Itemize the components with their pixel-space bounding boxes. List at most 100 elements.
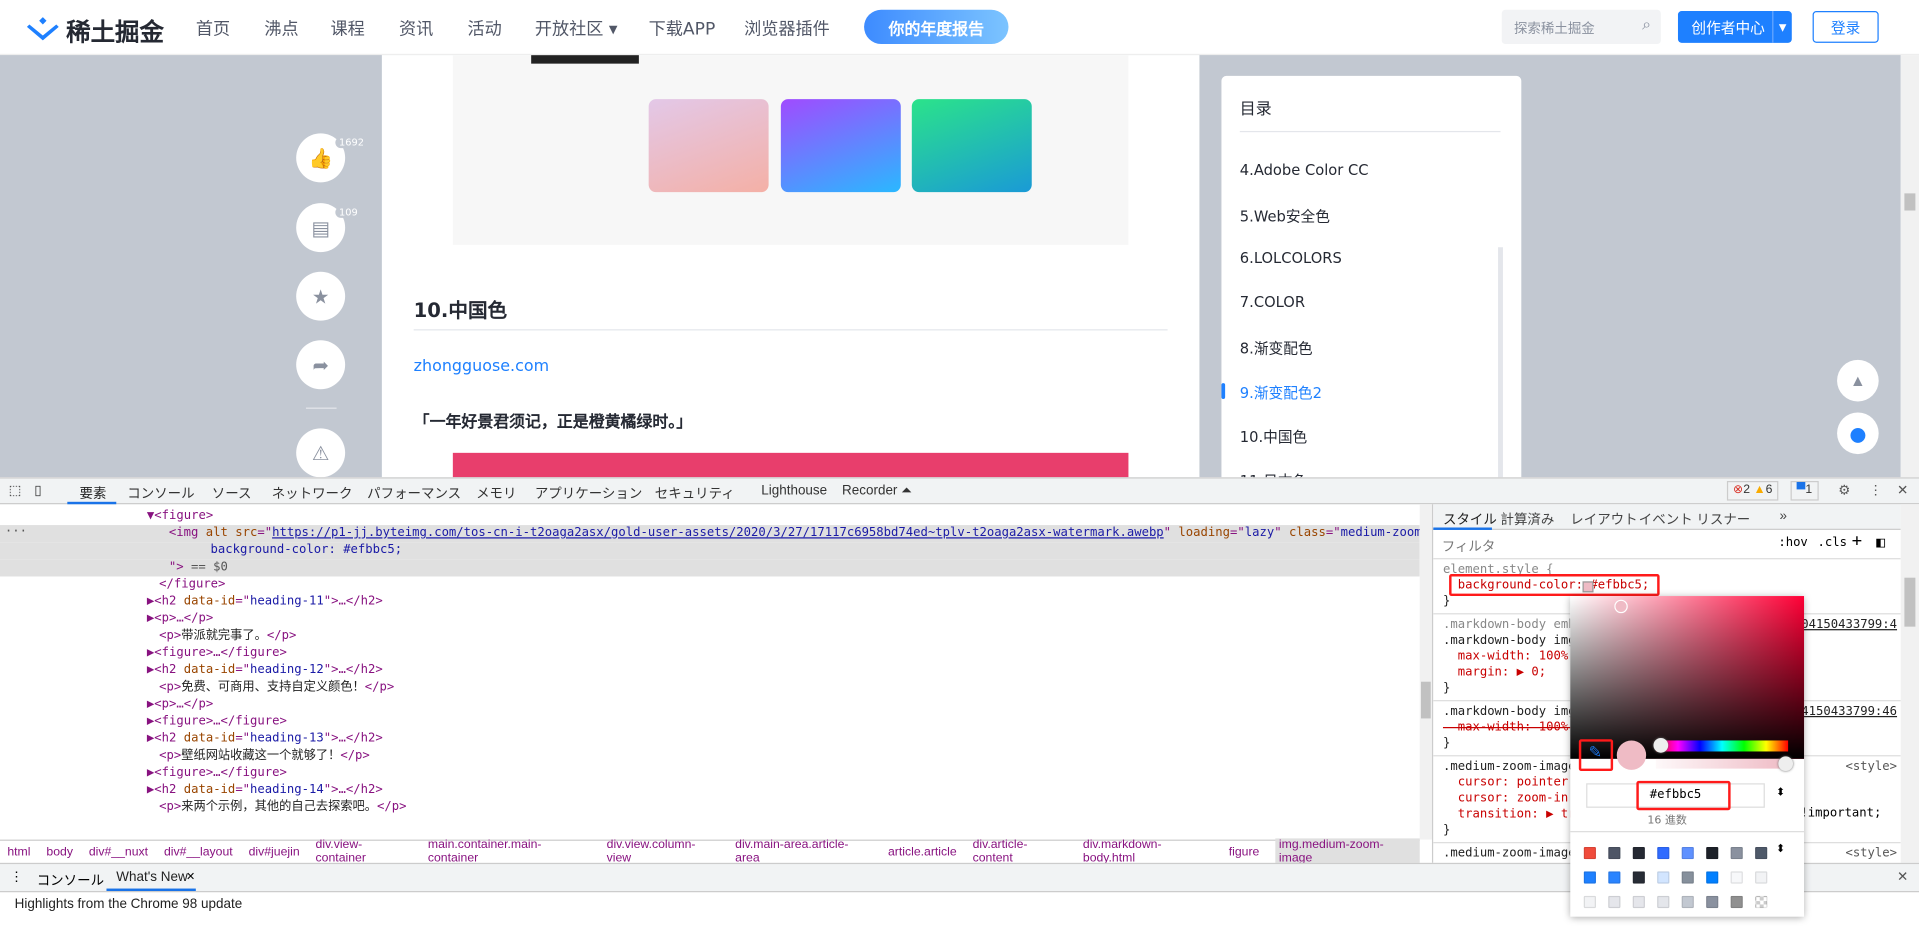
year-report-button[interactable]: 你的年度报告	[864, 9, 1009, 45]
dom-node-line[interactable]: ▼<figure>	[0, 508, 1420, 525]
hue-handle[interactable]	[1653, 738, 1669, 753]
collect-button[interactable]: ★	[296, 271, 346, 321]
share-button[interactable]: ➦	[296, 340, 346, 390]
css-property[interactable]: max-width: 100%;	[1443, 720, 1576, 737]
back-to-top-button[interactable]: ▲	[1837, 359, 1879, 402]
zhongguose-image[interactable]	[452, 452, 1129, 478]
toc-item[interactable]: 6.LOLCOLORS	[1240, 250, 1342, 267]
toc-scrollbar[interactable]	[1498, 247, 1503, 493]
close-tab-icon[interactable]: ✕	[186, 870, 195, 883]
dom-node-line[interactable]: ▶<figure>…</figure>	[0, 765, 1420, 782]
toc-item[interactable]: 8.渐变配色	[1240, 338, 1313, 359]
eyedropper-icon[interactable]: ✎	[1589, 744, 1602, 762]
styles-tab[interactable]: イベント リスナー	[1639, 509, 1750, 529]
breadcrumb-item[interactable]: div.main-area.article-area	[735, 838, 872, 865]
toc-item[interactable]: 7.COLOR	[1240, 294, 1305, 311]
hue-slider[interactable]	[1655, 740, 1789, 752]
nav-item[interactable]: 首页	[196, 16, 230, 40]
breadcrumb-item[interactable]: figure	[1229, 845, 1260, 858]
palette-swatch[interactable]	[1755, 895, 1768, 909]
rule-source[interactable]: <style>	[1845, 760, 1897, 773]
nav-item[interactable]: 开放社区 ▾	[535, 16, 618, 40]
palette-swatch[interactable]	[1608, 846, 1621, 860]
breadcrumb-item[interactable]: article.article	[888, 845, 957, 858]
breadcrumb-item[interactable]: html	[7, 845, 30, 858]
dom-node-line[interactable]: ▶<figure>…</figure>	[0, 714, 1420, 731]
devtools-tab[interactable]: ネットワーク	[272, 483, 353, 503]
palette-swatch[interactable]	[1608, 871, 1621, 884]
color-saturation-area[interactable]	[1570, 596, 1805, 759]
sidebar-toggle-icon[interactable]: ◧	[1876, 534, 1885, 551]
hov-toggle[interactable]: :hov	[1778, 536, 1807, 549]
breadcrumb-item[interactable]: body	[46, 845, 73, 858]
palette-switch-icon[interactable]: ⬍	[1776, 843, 1785, 855]
more-menu-icon[interactable]: ⋮	[1869, 482, 1882, 498]
devtools-tab[interactable]: Recorder ⏶	[842, 483, 912, 499]
styles-tab[interactable]: 計算済み	[1501, 509, 1555, 529]
palette-swatch[interactable]	[1583, 895, 1596, 909]
styles-tab[interactable]: レイアウト	[1570, 509, 1637, 529]
devtools-tab[interactable]: セキュリティ	[655, 483, 735, 503]
caret-down-icon[interactable]: ▼	[1772, 11, 1792, 43]
css-property[interactable]: margin: ▶ 0;	[1443, 665, 1546, 682]
dom-node-line[interactable]: ▶<p>…</p>	[0, 696, 1420, 713]
breadcrumb-item[interactable]: main.container.main-container	[428, 838, 591, 865]
palette-swatch[interactable]	[1755, 871, 1768, 884]
close-drawer-icon[interactable]: ✕	[1897, 869, 1908, 885]
messages-counter[interactable]: ▀1	[1790, 480, 1819, 501]
drawer-menu-icon[interactable]: ⋮	[10, 869, 23, 885]
dom-node-line[interactable]: </figure>	[0, 576, 1420, 593]
palette-swatch[interactable]	[1583, 871, 1596, 884]
palette-swatch[interactable]	[1706, 895, 1719, 909]
format-switch-icon[interactable]: ⬍	[1776, 787, 1785, 799]
elements-scrollbar[interactable]	[1419, 504, 1432, 840]
css-property[interactable]: max-width: 100%!i	[1443, 649, 1583, 666]
dom-node-line[interactable]: <p>壁纸网站收藏这一个就够了！</p>	[0, 748, 1420, 765]
code-token[interactable]: https://p1-jj.byteimg.com/tos-cn-i-t2oag…	[272, 526, 1164, 539]
css-property[interactable]: cursor: zoom-in;	[1443, 791, 1576, 808]
dom-node-line[interactable]: ▶<h2 data-id="heading-11">…</h2>	[0, 594, 1420, 611]
styles-tab[interactable]: スタイル	[1443, 509, 1497, 529]
dom-node-line[interactable]: <img alt src="https://p1-jj.byteimg.com/…	[0, 525, 1420, 543]
creator-center-button[interactable]: 创作者中心 ▼	[1677, 11, 1792, 43]
nav-item[interactable]: 下载APP	[649, 16, 716, 40]
palette-swatch[interactable]	[1730, 895, 1743, 909]
drawer-tab-whats-new[interactable]: What's New	[116, 870, 187, 885]
login-button[interactable]: 登录	[1812, 11, 1879, 43]
logo[interactable]: 稀土掘金	[26, 12, 164, 47]
devtools-tab[interactable]: 要素	[80, 483, 107, 503]
dom-node-line[interactable]: <p>来两个示例，其他的自己去探索吧。</p>	[0, 799, 1420, 816]
dom-node-line[interactable]: <p>带派就完事了。</p>	[0, 628, 1420, 645]
breadcrumb-item[interactable]: div#juejin	[249, 845, 300, 858]
breadcrumb-item[interactable]: div.article-content	[973, 838, 1067, 865]
devtools-tab[interactable]: ソース	[212, 483, 252, 503]
drawer-tab-console[interactable]: コンソール	[37, 870, 104, 890]
palette-swatch[interactable]	[1657, 871, 1670, 884]
breadcrumb-item[interactable]: div#__nuxt	[89, 845, 148, 858]
dom-node-line[interactable]: ▶<h2 data-id="heading-14">…</h2>	[0, 782, 1420, 799]
nav-item[interactable]: 沸点	[264, 16, 298, 40]
palette-swatch[interactable]	[1681, 895, 1694, 909]
nav-item[interactable]: 资讯	[399, 16, 433, 40]
dom-node-line[interactable]: ▶<h2 data-id="heading-13">…</h2>	[0, 731, 1420, 748]
new-rule-plus-icon[interactable]: +	[1852, 531, 1862, 551]
color-handle[interactable]	[1614, 599, 1628, 614]
breadcrumb-item[interactable]: div.view-container	[316, 838, 412, 865]
palette-swatch[interactable]	[1632, 871, 1645, 884]
issues-counter[interactable]: ⊗2 ▲6	[1726, 480, 1779, 501]
toc-item[interactable]: 4.Adobe Color CC	[1240, 162, 1369, 179]
css-property[interactable]: cursor: pointer;	[1443, 775, 1576, 792]
settings-gear-icon[interactable]: ⚙	[1838, 482, 1850, 498]
palette-swatch[interactable]	[1632, 895, 1645, 909]
palette-swatch[interactable]	[1706, 871, 1719, 884]
palette-swatch[interactable]	[1730, 846, 1743, 860]
dom-node-line[interactable]: ▶<figure>…</figure>	[0, 645, 1420, 662]
toc-item[interactable]: 5.Web安全色	[1240, 206, 1330, 227]
devtools-tab[interactable]: パフォーマンス	[367, 483, 461, 503]
report-button[interactable]: ⚠	[296, 428, 346, 478]
feedback-button[interactable]: ●	[1837, 412, 1879, 455]
devtools-tab[interactable]: コンソール	[127, 483, 194, 503]
palette-swatch[interactable]	[1583, 846, 1596, 860]
search-input[interactable]: 探索稀土掘金 ⌕	[1501, 9, 1661, 45]
alpha-slider[interactable]	[1655, 758, 1789, 769]
